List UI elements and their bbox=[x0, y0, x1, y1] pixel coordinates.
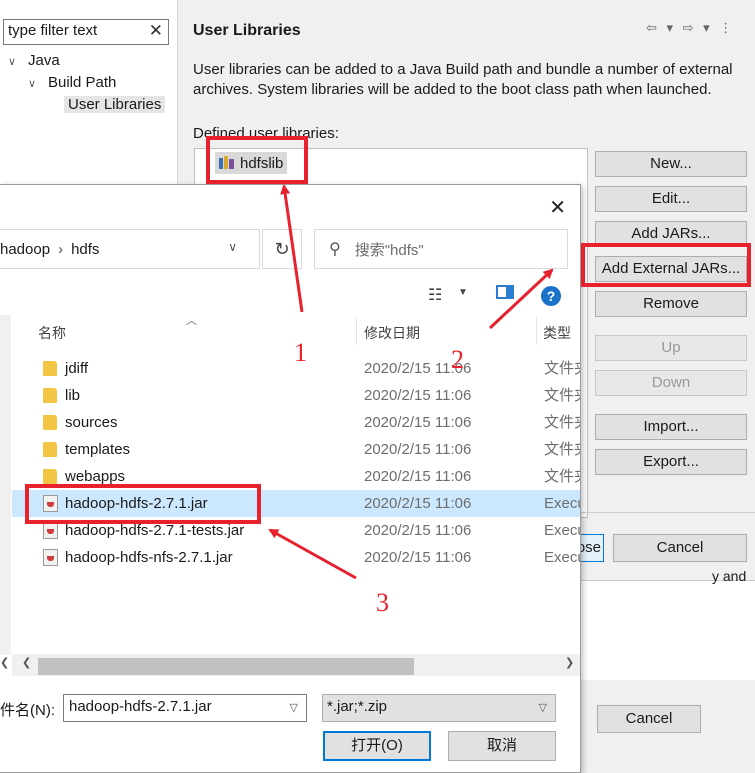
chevron-down-icon[interactable]: ▼ bbox=[458, 287, 468, 298]
history-nav-icons[interactable]: ⇦ ▾ ⇨ ▾ ⋮ bbox=[646, 20, 735, 36]
annotation-number-1: 1 bbox=[294, 338, 307, 367]
file-date: 2020/2/15 11:06 bbox=[364, 468, 472, 485]
breadcrumb-hdfs[interactable]: hdfs bbox=[71, 241, 99, 258]
file-date: 2020/2/15 11:06 bbox=[364, 441, 472, 458]
navigation-pane-scrollbar[interactable] bbox=[0, 315, 11, 655]
refresh-icon[interactable]: ↻ bbox=[262, 229, 302, 269]
tree-item-user-libraries[interactable]: User Libraries bbox=[8, 94, 166, 116]
filter-placeholder: type filter text bbox=[8, 22, 98, 39]
tree-item-java[interactable]: ∨ Java bbox=[8, 50, 165, 72]
file-type: 文件夹 bbox=[544, 441, 580, 458]
edit-button[interactable]: Edit... bbox=[595, 186, 747, 212]
file-name: hadoop-hdfs-nfs-2.7.1.jar bbox=[65, 549, 233, 566]
address-bar[interactable]: hadoop › hdfs ∨ bbox=[0, 229, 260, 269]
scroll-right-icon[interactable]: ❯ bbox=[565, 656, 574, 669]
chevron-down-icon[interactable]: ▽ bbox=[290, 701, 298, 714]
close-icon[interactable]: ✕ bbox=[549, 195, 566, 220]
annotation-number-2: 2 bbox=[451, 345, 464, 374]
down-button[interactable]: Down bbox=[595, 370, 747, 396]
scroll-left-icon[interactable]: ❮ bbox=[0, 656, 9, 669]
page-title: User Libraries bbox=[193, 22, 301, 39]
file-date: 2020/2/15 11:06 bbox=[364, 522, 472, 539]
folder-icon bbox=[43, 442, 57, 457]
jar-file-icon bbox=[43, 549, 58, 566]
column-divider[interactable] bbox=[356, 317, 357, 345]
column-divider[interactable] bbox=[536, 317, 537, 345]
file-date: 2020/2/15 11:06 bbox=[364, 387, 472, 404]
file-row[interactable]: templates 2020/2/15 11:06 文件夹 bbox=[12, 436, 580, 463]
file-date: 2020/2/15 11:06 bbox=[364, 414, 472, 431]
export-button[interactable]: Export... bbox=[595, 449, 747, 475]
file-name: templates bbox=[65, 441, 131, 458]
highlight-box-add-external-jars bbox=[581, 243, 751, 287]
filename-input[interactable]: hadoop-hdfs-2.7.1.jar ▽ bbox=[63, 694, 307, 722]
file-row[interactable]: hadoop-hdfs-nfs-2.7.1.jar 2020/2/15 11:06… bbox=[12, 544, 580, 571]
breadcrumb-separator-icon: › bbox=[58, 240, 64, 258]
column-header-type[interactable]: 类型 bbox=[543, 323, 579, 343]
file-date: 2020/2/15 11:06 bbox=[364, 495, 472, 512]
background-cancel-button[interactable]: Cancel bbox=[597, 705, 701, 733]
open-button[interactable]: 打开(O) bbox=[323, 731, 431, 761]
scroll-left-icon[interactable]: ❮ bbox=[22, 656, 31, 669]
up-button[interactable]: Up bbox=[595, 335, 747, 361]
background-text: y and bbox=[712, 568, 747, 584]
scrollbar-thumb[interactable] bbox=[38, 658, 414, 675]
tree-item-label: Build Path bbox=[48, 74, 117, 91]
chevron-down-icon[interactable]: ▽ bbox=[539, 701, 547, 714]
file-type: 文件夹 bbox=[544, 387, 580, 404]
filter-input[interactable]: type filter text ✕ bbox=[3, 19, 169, 45]
tree-item-label: User Libraries bbox=[64, 96, 166, 113]
file-type: 文件夹 bbox=[544, 360, 580, 377]
file-name: sources bbox=[65, 414, 118, 431]
breadcrumb-hadoop[interactable]: hadoop bbox=[0, 241, 50, 258]
help-icon[interactable]: ? bbox=[541, 286, 561, 306]
file-row[interactable]: lib 2020/2/15 11:06 文件夹 bbox=[12, 382, 580, 409]
sort-ascending-icon: ︿ bbox=[186, 315, 197, 327]
filename-label: 件名(N): bbox=[0, 702, 55, 719]
file-name: lib bbox=[65, 387, 81, 404]
tree-item-build-path[interactable]: ∨ Build Path bbox=[8, 72, 165, 94]
file-type: 文件夹 bbox=[544, 468, 580, 485]
page-description: User libraries can be added to a Java Bu… bbox=[193, 61, 733, 98]
file-name: jdiff bbox=[65, 360, 89, 377]
filetype-select[interactable]: *.jar;*.zip ▽ bbox=[322, 694, 556, 722]
folder-icon bbox=[43, 415, 57, 430]
file-type: Executable Jar File bbox=[544, 549, 580, 566]
preview-pane-icon[interactable] bbox=[496, 285, 514, 299]
file-type: 文件夹 bbox=[544, 414, 580, 431]
new-button[interactable]: New... bbox=[595, 151, 747, 177]
file-type: Executable Jar File bbox=[544, 495, 580, 512]
search-input[interactable]: ⚲ 搜索"hdfs" bbox=[314, 229, 568, 269]
jar-file-icon bbox=[43, 522, 58, 539]
view-options-icon[interactable]: ☷ bbox=[428, 285, 442, 305]
clear-filter-icon[interactable]: ✕ bbox=[149, 21, 163, 41]
cancel-button[interactable]: 取消 bbox=[448, 731, 556, 761]
highlight-box-library bbox=[206, 136, 308, 184]
annotation-number-3: 3 bbox=[376, 588, 389, 617]
column-header-name[interactable]: 名称 bbox=[38, 323, 66, 343]
chevron-down-icon[interactable]: ∨ bbox=[228, 240, 237, 254]
tree-item-label: Java bbox=[28, 52, 60, 69]
folder-icon bbox=[43, 361, 57, 376]
import-button[interactable]: Import... bbox=[595, 414, 747, 440]
file-type: Executable Jar File bbox=[544, 522, 580, 539]
column-header-date[interactable]: 修改日期 bbox=[364, 323, 420, 343]
file-row[interactable]: sources 2020/2/15 11:06 文件夹 bbox=[12, 409, 580, 436]
filetype-value: *.jar;*.zip bbox=[327, 698, 388, 715]
search-icon: ⚲ bbox=[329, 241, 341, 258]
cancel-button[interactable]: Cancel bbox=[613, 534, 747, 562]
remove-button[interactable]: Remove bbox=[595, 291, 747, 317]
highlight-box-jar-file bbox=[25, 484, 261, 524]
divider bbox=[580, 512, 755, 513]
expand-chevron-icon[interactable]: ∨ bbox=[28, 73, 42, 95]
file-date: 2020/2/15 11:06 bbox=[364, 549, 472, 566]
filename-value: hadoop-hdfs-2.7.1.jar bbox=[69, 698, 212, 715]
search-placeholder: 搜索"hdfs" bbox=[354, 241, 424, 259]
expand-chevron-icon[interactable]: ∨ bbox=[8, 51, 22, 73]
background-panel bbox=[580, 580, 755, 680]
folder-icon bbox=[43, 469, 57, 484]
preferences-tree: ∨ Java ∨ Build Path User Libraries bbox=[8, 50, 166, 116]
folder-icon bbox=[43, 388, 57, 403]
